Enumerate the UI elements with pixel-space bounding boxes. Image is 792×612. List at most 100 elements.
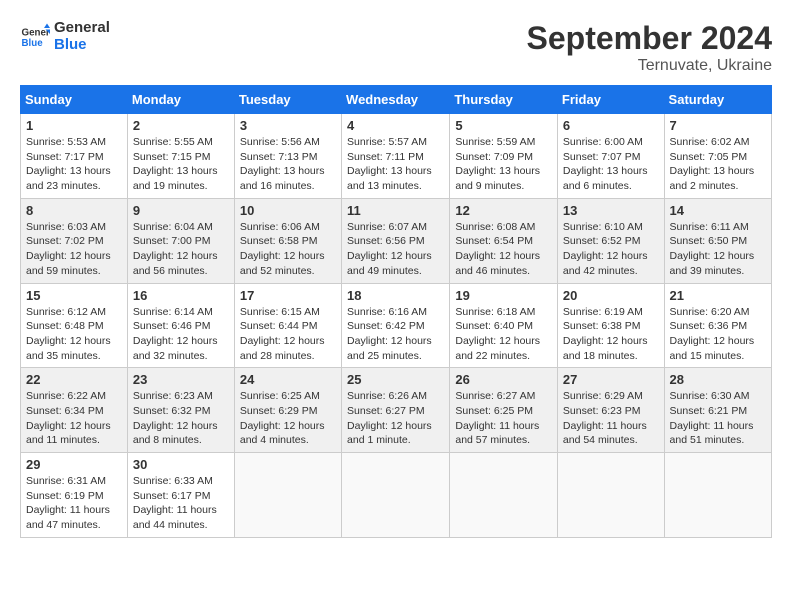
calendar-header-day: Sunday — [21, 86, 128, 114]
logo-general-text: General — [54, 20, 110, 37]
calendar-header-day: Monday — [127, 86, 234, 114]
day-info: Sunrise: 6:30 AM Sunset: 6:21 PM Dayligh… — [670, 389, 766, 448]
day-info: Sunrise: 5:59 AM Sunset: 7:09 PM Dayligh… — [455, 135, 552, 194]
day-number: 24 — [240, 372, 336, 387]
day-number: 25 — [347, 372, 444, 387]
day-number: 28 — [670, 372, 766, 387]
day-info: Sunrise: 6:15 AM Sunset: 6:44 PM Dayligh… — [240, 305, 336, 364]
title-section: September 2024 Ternuvate, Ukraine — [527, 20, 772, 75]
day-info: Sunrise: 6:31 AM Sunset: 6:19 PM Dayligh… — [26, 474, 122, 533]
calendar-day-cell: 1Sunrise: 5:53 AM Sunset: 7:17 PM Daylig… — [21, 114, 128, 199]
day-number: 29 — [26, 457, 122, 472]
calendar-day-cell: 28 Sunrise: 6:30 AM Sunset: 6:21 PM Dayli… — [664, 368, 771, 453]
day-info: Sunrise: 6:11 AM Sunset: 6:50 PM Dayligh… — [670, 220, 766, 279]
calendar-header-day: Friday — [557, 86, 664, 114]
month-title: September 2024 — [527, 20, 772, 57]
day-number: 8 — [26, 203, 122, 218]
day-number: 3 — [240, 118, 336, 133]
calendar-day-cell: 3 Sunrise: 5:56 AM Sunset: 7:13 PM Daylig… — [234, 114, 341, 199]
day-number: 14 — [670, 203, 766, 218]
calendar-day-cell — [342, 453, 450, 538]
calendar-week-row: 15 Sunrise: 6:12 AM Sunset: 6:48 PM Dayli… — [21, 283, 772, 368]
logo-blue-text: Blue — [54, 37, 110, 54]
calendar-day-cell: 20Sunrise: 6:19 AM Sunset: 6:38 PM Dayli… — [557, 283, 664, 368]
day-info: Sunrise: 6:19 AM Sunset: 6:38 PM Dayligh… — [563, 305, 659, 364]
day-number: 22 — [26, 372, 122, 387]
day-number: 23 — [133, 372, 229, 387]
day-info: Sunrise: 6:33 AM Sunset: 6:17 PM Dayligh… — [133, 474, 229, 533]
calendar-day-cell: 5 Sunrise: 5:59 AM Sunset: 7:09 PM Daylig… — [450, 114, 558, 199]
calendar-header-day: Wednesday — [342, 86, 450, 114]
day-number: 17 — [240, 288, 336, 303]
calendar-header-day: Tuesday — [234, 86, 341, 114]
calendar-day-cell — [664, 453, 771, 538]
calendar-day-cell: 15 Sunrise: 6:12 AM Sunset: 6:48 PM Dayli… — [21, 283, 128, 368]
calendar-day-cell: 12 Sunrise: 6:08 AM Sunset: 6:54 PM Dayli… — [450, 198, 558, 283]
calendar-day-cell — [557, 453, 664, 538]
day-info: Sunrise: 6:08 AM Sunset: 6:54 PM Dayligh… — [455, 220, 552, 279]
svg-text:Blue: Blue — [22, 38, 44, 49]
day-number: 6 — [563, 118, 659, 133]
day-info: Sunrise: 6:06 AM Sunset: 6:58 PM Dayligh… — [240, 220, 336, 279]
calendar-week-row: 8 Sunrise: 6:03 AM Sunset: 7:02 PM Daylig… — [21, 198, 772, 283]
calendar-body: 1Sunrise: 5:53 AM Sunset: 7:17 PM Daylig… — [21, 114, 772, 538]
calendar-day-cell: 9 Sunrise: 6:04 AM Sunset: 7:00 PM Daylig… — [127, 198, 234, 283]
calendar-day-cell: 19Sunrise: 6:18 AM Sunset: 6:40 PM Dayli… — [450, 283, 558, 368]
day-info: Sunrise: 6:20 AM Sunset: 6:36 PM Dayligh… — [670, 305, 766, 364]
calendar-day-cell: 17 Sunrise: 6:15 AM Sunset: 6:44 PM Dayli… — [234, 283, 341, 368]
day-number: 18 — [347, 288, 444, 303]
calendar-day-cell: 14 Sunrise: 6:11 AM Sunset: 6:50 PM Dayli… — [664, 198, 771, 283]
day-info: Sunrise: 6:10 AM Sunset: 6:52 PM Dayligh… — [563, 220, 659, 279]
calendar-day-cell: 2 Sunrise: 5:55 AM Sunset: 7:15 PM Daylig… — [127, 114, 234, 199]
day-info: Sunrise: 6:00 AM Sunset: 7:07 PM Dayligh… — [563, 135, 659, 194]
day-info: Sunrise: 5:55 AM Sunset: 7:15 PM Dayligh… — [133, 135, 229, 194]
day-info: Sunrise: 6:16 AM Sunset: 6:42 PM Dayligh… — [347, 305, 444, 364]
calendar-header-day: Saturday — [664, 86, 771, 114]
day-info: Sunrise: 5:57 AM Sunset: 7:11 PM Dayligh… — [347, 135, 444, 194]
calendar-day-cell: 29 Sunrise: 6:31 AM Sunset: 6:19 PM Dayli… — [21, 453, 128, 538]
calendar-day-cell: 18 Sunrise: 6:16 AM Sunset: 6:42 PM Dayli… — [342, 283, 450, 368]
day-number: 16 — [133, 288, 229, 303]
day-number: 19 — [455, 288, 552, 303]
location-title: Ternuvate, Ukraine — [527, 57, 772, 75]
day-info: Sunrise: 5:56 AM Sunset: 7:13 PM Dayligh… — [240, 135, 336, 194]
day-info: Sunrise: 6:22 AM Sunset: 6:34 PM Dayligh… — [26, 389, 122, 448]
calendar-header-day: Thursday — [450, 86, 558, 114]
calendar-day-cell: 16Sunrise: 6:14 AM Sunset: 6:46 PM Dayli… — [127, 283, 234, 368]
logo: General Blue General Blue — [20, 20, 110, 53]
day-info: Sunrise: 6:12 AM Sunset: 6:48 PM Dayligh… — [26, 305, 122, 364]
calendar-day-cell: 13 Sunrise: 6:10 AM Sunset: 6:52 PM Dayli… — [557, 198, 664, 283]
header: General Blue General Blue September 2024… — [20, 20, 772, 75]
calendar-week-row: 22 Sunrise: 6:22 AM Sunset: 6:34 PM Dayli… — [21, 368, 772, 453]
calendar-day-cell: 26Sunrise: 6:27 AM Sunset: 6:25 PM Dayli… — [450, 368, 558, 453]
calendar-day-cell: 25Sunrise: 6:26 AM Sunset: 6:27 PM Dayli… — [342, 368, 450, 453]
calendar-day-cell — [450, 453, 558, 538]
calendar-header-row: SundayMondayTuesdayWednesdayThursdayFrid… — [21, 86, 772, 114]
calendar-day-cell: 8 Sunrise: 6:03 AM Sunset: 7:02 PM Daylig… — [21, 198, 128, 283]
calendar-day-cell: 4Sunrise: 5:57 AM Sunset: 7:11 PM Daylig… — [342, 114, 450, 199]
svg-text:General: General — [22, 27, 51, 38]
day-number: 21 — [670, 288, 766, 303]
day-info: Sunrise: 6:04 AM Sunset: 7:00 PM Dayligh… — [133, 220, 229, 279]
day-info: Sunrise: 6:03 AM Sunset: 7:02 PM Dayligh… — [26, 220, 122, 279]
day-number: 9 — [133, 203, 229, 218]
calendar-week-row: 29 Sunrise: 6:31 AM Sunset: 6:19 PM Dayli… — [21, 453, 772, 538]
day-info: Sunrise: 6:02 AM Sunset: 7:05 PM Dayligh… — [670, 135, 766, 194]
calendar-day-cell: 23Sunrise: 6:23 AM Sunset: 6:32 PM Dayli… — [127, 368, 234, 453]
logo-icon: General Blue — [20, 22, 50, 52]
day-number: 12 — [455, 203, 552, 218]
calendar-table: SundayMondayTuesdayWednesdayThursdayFrid… — [20, 85, 772, 538]
day-info: Sunrise: 6:29 AM Sunset: 6:23 PM Dayligh… — [563, 389, 659, 448]
day-info: Sunrise: 5:53 AM Sunset: 7:17 PM Dayligh… — [26, 135, 122, 194]
calendar-day-cell: 11Sunrise: 6:07 AM Sunset: 6:56 PM Dayli… — [342, 198, 450, 283]
calendar-day-cell: 21 Sunrise: 6:20 AM Sunset: 6:36 PM Dayli… — [664, 283, 771, 368]
calendar-day-cell: 30Sunrise: 6:33 AM Sunset: 6:17 PM Dayli… — [127, 453, 234, 538]
day-info: Sunrise: 6:27 AM Sunset: 6:25 PM Dayligh… — [455, 389, 552, 448]
day-number: 13 — [563, 203, 659, 218]
day-number: 2 — [133, 118, 229, 133]
calendar-day-cell: 6 Sunrise: 6:00 AM Sunset: 7:07 PM Daylig… — [557, 114, 664, 199]
day-number: 5 — [455, 118, 552, 133]
day-number: 10 — [240, 203, 336, 218]
day-number: 15 — [26, 288, 122, 303]
day-number: 27 — [563, 372, 659, 387]
